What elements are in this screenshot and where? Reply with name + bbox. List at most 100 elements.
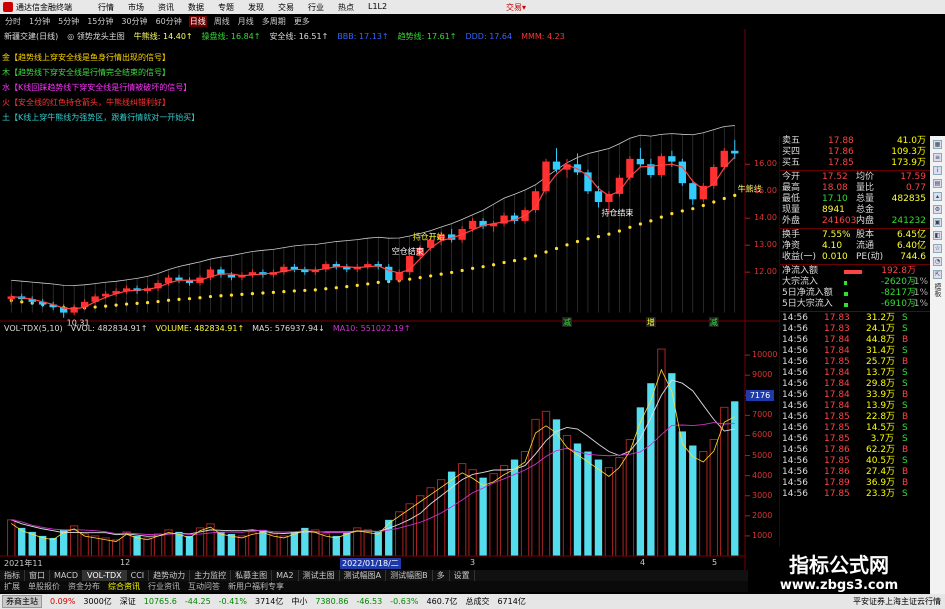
info-tab[interactable]: 扩展 [0,581,24,592]
indicator-tab[interactable]: 测试主图 [299,570,340,581]
bell-icon[interactable]: ◔ [933,257,942,266]
grid-icon[interactable]: ▦ [933,140,942,149]
flow-label: 5日大宗流入 [782,299,833,309]
bull-bear-dot [722,196,726,201]
settings-icon[interactable]: ⚙ [933,205,942,214]
menu-item[interactable]: 专题 [218,2,234,13]
info-tab[interactable]: 行业资讯 [144,581,184,592]
lock-icon[interactable]: ▣ [933,218,942,227]
cursor-value-label: 7176 [746,390,774,401]
menu-item[interactable]: 发现 [248,2,264,13]
tick-side: B [902,478,909,488]
trade-tick-row: 14:56 17.84 13.9万 S [780,401,930,412]
trade-tick-row: 14:56 17.83 24.1万 S [780,324,930,335]
trade-tick-row: 14:56 17.85 40.5万 S [780,456,930,467]
indicator-tab[interactable]: MA2 [272,570,299,581]
info-icon[interactable]: i [933,166,942,175]
indicator-tab[interactable]: 测试幅图A [340,570,387,581]
period-tab[interactable]: 多周期 [261,16,287,27]
trade-tick-row: 14:56 17.84 33.9万 B [780,390,930,401]
broker-chip[interactable]: 券商主站 [2,595,42,608]
tick-time: 14:56 [782,412,808,422]
period-tab[interactable]: 15分钟 [86,16,114,27]
tick-price: 17.85 [824,489,850,499]
trade-tick-row: 14:56 17.86 27.4万 B [780,467,930,478]
menu-item[interactable]: L1L2 [368,2,387,13]
up-arrow-icon[interactable]: ▴ [933,192,942,201]
news-icon[interactable]: ◧ [933,231,942,240]
stat-row: 换手 7.55% 股本 6.45亿 [780,230,930,241]
period-tab[interactable]: 日线 [188,16,207,27]
menu-item[interactable]: 资讯 [158,2,174,13]
trade-menu[interactable]: 交易▾ [506,2,526,13]
divider [780,264,930,265]
bull-bear-dot [261,291,265,295]
chart-annotation: 空仓结束 [392,246,424,256]
stat-value: 7.55% [822,230,851,240]
indicator-tab[interactable]: 多 [433,570,450,581]
sz-pct: -0.41% [218,597,247,606]
indicator-tab[interactable]: 窗口 [25,570,50,581]
volume-bar [405,503,414,557]
bull-bear-dot [471,266,475,270]
tick-time: 14:56 [782,456,808,466]
candle-body [584,172,592,192]
period-tab[interactable]: 分时 [4,16,22,27]
info-tab[interactable]: 资金分布 [64,581,104,592]
indicator-tab[interactable]: 私募主图 [231,570,273,581]
info-tab[interactable]: 互动问答 [184,581,224,592]
bull-bear-dot [670,212,674,216]
menu-item[interactable]: 市场 [128,2,144,13]
info-tab[interactable]: 新用户福利专享 [224,581,288,592]
menu-item[interactable]: 行情 [98,2,114,13]
server-label[interactable]: 平安证券上海主证云行情 [853,596,945,607]
volume-bar [385,519,393,556]
chart-annotation: 持仓结束 [601,207,633,217]
indicator-tab[interactable]: MACD [50,570,83,581]
indicator-tab[interactable]: 测试幅图B [386,570,433,581]
stat-value: 18.08 [822,183,848,193]
stat-label: 收益(一) [782,252,817,262]
stat-value: 17.59 [900,172,926,182]
bull-bear-dot [156,299,160,304]
strategy-tip: 火【安全线的红色持仓箭头，牛熊线纠错利好】 [2,98,170,107]
volume-bar [457,463,467,557]
indicator-tab[interactable]: VOL-TDX [82,570,127,581]
period-tab[interactable]: 5分钟 [57,16,80,27]
indicator-tab[interactable]: 趋势动力 [149,570,191,581]
menu-item[interactable]: 交易 [278,2,294,13]
stat-value: 482835 [891,194,926,204]
trade-tick-row: 14:56 17.84 13.7万 S [780,368,930,379]
candle-body [668,156,676,162]
stat-label: 总量 [856,194,875,204]
indicator-tab[interactable]: CCI [127,570,150,581]
indicator-tab[interactable]: 指标 [0,570,25,581]
chart-icon[interactable]: ▤ [933,179,942,188]
star-icon[interactable]: ☆ [933,244,942,253]
tick-time: 14:56 [782,401,808,411]
info-tab[interactable]: 综合资讯 [104,581,144,592]
period-tab[interactable]: 60分钟 [155,16,183,27]
period-tab[interactable]: 月线 [237,16,255,27]
tick-volume: 3.7万 [870,434,894,444]
indicator-value: DDD: 17.64 [465,31,513,41]
period-tab[interactable]: 1分钟 [28,16,51,27]
menu-item[interactable]: 行业 [308,2,324,13]
period-tab[interactable]: 更多 [293,16,311,27]
indicator-tab[interactable]: 主力监控 [190,570,232,581]
menu-item[interactable]: 热点 [338,2,354,13]
indicator-tab[interactable]: 设置 [450,570,475,581]
expand-icon[interactable]: ⇱ [933,270,942,279]
volume-bar [101,537,110,557]
side-label[interactable]: 模板 [933,283,943,297]
tick-volume: 25.7万 [866,357,896,367]
menu-item[interactable]: 数据 [188,2,204,13]
watermark-title: 指标公式网 [789,552,889,577]
list-icon[interactable]: ≡ [933,153,942,162]
volume-bar [426,487,435,557]
price-tick-label: 16.00 [754,159,777,169]
period-tab[interactable]: 30分钟 [120,16,148,27]
info-tab[interactable]: 单股报价 [24,581,64,592]
period-tab[interactable]: 周线 [213,16,231,27]
volume-tick-label: 1000 [752,530,773,540]
